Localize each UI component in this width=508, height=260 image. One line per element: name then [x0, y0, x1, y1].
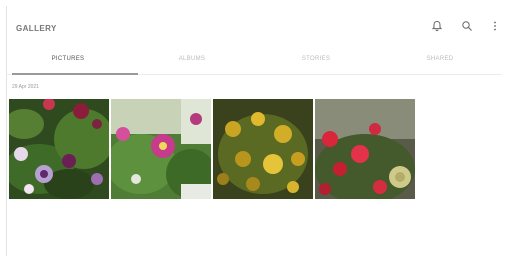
more-options-icon[interactable]	[488, 19, 502, 33]
tab-shared[interactable]: SHARED	[378, 52, 502, 76]
search-icon[interactable]	[460, 19, 474, 33]
tab-stories[interactable]: STORIES	[254, 52, 378, 76]
photo-thumbnail[interactable]	[213, 99, 313, 199]
photo-yellow-shrub	[213, 99, 313, 199]
photo-red-cyclamen	[315, 99, 415, 199]
active-tab-indicator	[12, 73, 138, 75]
photo-pink-flowers	[111, 99, 211, 199]
photo-thumbnail[interactable]	[9, 99, 109, 199]
tab-albums[interactable]: ALBUMS	[130, 52, 254, 76]
photo-thumbnail[interactable]	[315, 99, 415, 199]
photo-columbine-flowers	[9, 99, 109, 199]
photo-grid	[9, 99, 415, 199]
app-title: GALLERY	[16, 24, 57, 33]
date-section-label: 29 Apr 2021	[12, 84, 39, 90]
notification-bell-icon[interactable]	[430, 19, 444, 33]
photo-thumbnail[interactable]	[111, 99, 211, 199]
